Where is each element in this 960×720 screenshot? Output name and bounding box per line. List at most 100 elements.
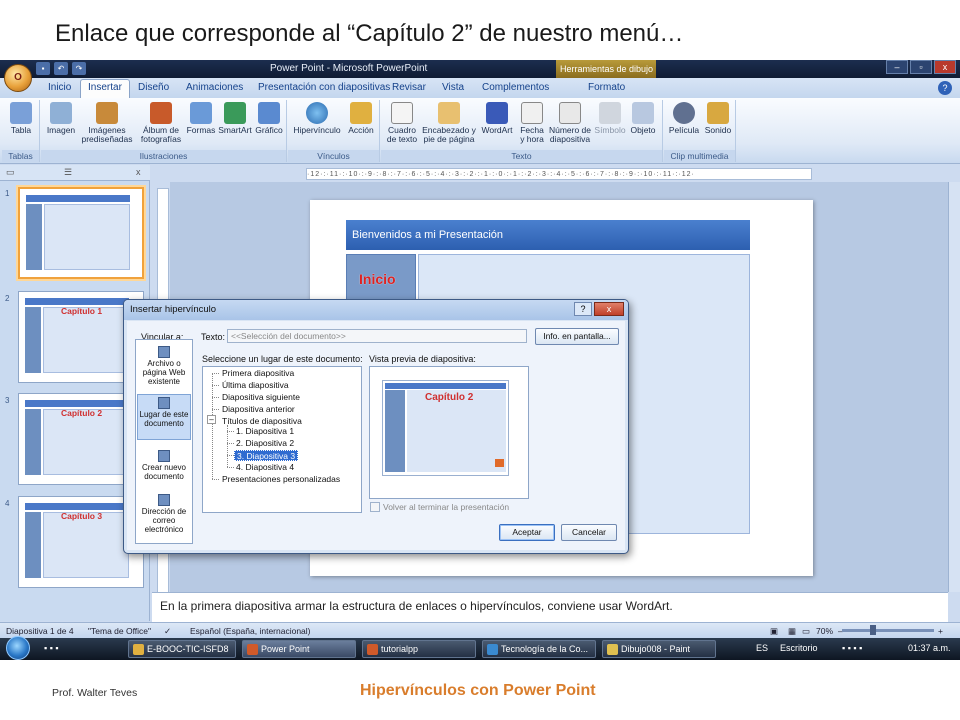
view-sorter-icon[interactable]: ▦ bbox=[788, 626, 796, 637]
view-show-icon[interactable]: ▭ bbox=[802, 626, 810, 637]
zoom-slider-handle[interactable] bbox=[870, 625, 876, 635]
thumb-body bbox=[43, 512, 129, 578]
link-option-archivo[interactable]: Archivo o página Web existente bbox=[137, 344, 191, 390]
task-item[interactable]: Power Point bbox=[242, 640, 356, 658]
film-icon bbox=[673, 102, 695, 124]
tabla-button[interactable]: Tabla bbox=[6, 102, 36, 135]
imagen-button[interactable]: Imagen bbox=[43, 102, 79, 135]
language[interactable]: Español (España, internacional) bbox=[190, 626, 311, 636]
redo-icon[interactable]: ↷ bbox=[72, 62, 86, 75]
tab-complementos[interactable]: Complementos bbox=[476, 81, 555, 94]
tab-insertar[interactable]: Insertar bbox=[80, 79, 130, 98]
aceptar-button[interactable]: Aceptar bbox=[499, 524, 555, 541]
quicklaunch-icons[interactable]: ▪ ▪ ▪ bbox=[44, 643, 59, 653]
tree-branch bbox=[212, 373, 219, 374]
tab-inicio[interactable]: Inicio bbox=[42, 81, 77, 94]
simbolo-button[interactable]: Símbolo bbox=[593, 102, 627, 135]
smartart-button[interactable]: SmartArt bbox=[217, 102, 253, 135]
numero-diapositiva-button[interactable]: Número de diapositiva bbox=[547, 102, 593, 144]
fecha-hora-button[interactable]: Fecha y hora bbox=[517, 102, 547, 144]
desktop-toolbar[interactable]: Escritorio bbox=[780, 643, 818, 653]
collapse-icon[interactable]: – bbox=[207, 415, 216, 424]
notes-pane[interactable]: En la primera diapositiva armar la estru… bbox=[152, 592, 948, 622]
tab-presentacion[interactable]: Presentación con diapositivas bbox=[252, 81, 396, 94]
tree-item[interactable]: Primera diapositiva bbox=[220, 368, 296, 379]
help-icon[interactable]: ? bbox=[938, 81, 952, 95]
album-button[interactable]: Álbum de fotografías bbox=[137, 102, 185, 144]
link-option-lugar[interactable]: Lugar de este documento bbox=[137, 394, 191, 440]
task-item[interactable]: Tecnología de la Co... bbox=[482, 640, 596, 658]
accion-button[interactable]: Acción bbox=[344, 102, 378, 135]
tab-vista[interactable]: Vista bbox=[436, 81, 470, 94]
tab-revisar[interactable]: Revisar bbox=[386, 81, 432, 94]
link-option-correo[interactable]: Dirección de correo electrónico bbox=[137, 492, 191, 542]
save-icon[interactable]: ▪ bbox=[36, 62, 50, 75]
smartart-icon bbox=[224, 102, 246, 124]
wordart-button[interactable]: WordArt bbox=[477, 102, 517, 135]
close-button[interactable]: x bbox=[934, 60, 956, 74]
tray-icons[interactable]: ▪ ▪ ▪ ▪ bbox=[842, 643, 862, 653]
inicio-wordart[interactable]: Inicio bbox=[359, 271, 396, 287]
tree-item[interactable]: Diapositiva anterior bbox=[220, 404, 297, 415]
texto-input[interactable]: <<Selección del documento>> bbox=[227, 329, 527, 343]
start-button[interactable] bbox=[6, 636, 30, 660]
lugar-label: Seleccione un lugar de este documento: bbox=[202, 354, 363, 364]
tree-item[interactable]: 1. Diapositiva 1 bbox=[234, 426, 296, 437]
dialog-help-button[interactable]: ? bbox=[574, 302, 592, 316]
dialog-body: Vincular a: Texto: <<Selección del docum… bbox=[127, 321, 625, 550]
omega-icon bbox=[599, 102, 621, 124]
object-icon bbox=[632, 102, 654, 124]
thumb-caption: Capítulo 3 bbox=[61, 511, 103, 521]
slide-header[interactable]: Bienvenidos a mi Presentación bbox=[346, 220, 750, 250]
task-item[interactable]: tutorialpp bbox=[362, 640, 476, 658]
sonido-button[interactable]: Sonido bbox=[702, 102, 734, 135]
tree-item[interactable]: Presentaciones personalizadas bbox=[220, 474, 342, 485]
tab-formato[interactable]: Formato bbox=[582, 81, 631, 94]
folder-icon bbox=[133, 644, 144, 655]
task-item[interactable]: Dibujo008 - Paint bbox=[602, 640, 716, 658]
table-icon bbox=[10, 102, 32, 124]
info-pantalla-button[interactable]: Info. en pantalla... bbox=[535, 328, 619, 345]
hipervinculo-button[interactable]: Hipervínculo bbox=[290, 102, 344, 135]
dialog-title: Insertar hipervínculo bbox=[124, 300, 628, 320]
thumb-side bbox=[26, 204, 42, 270]
thumbnail-1[interactable] bbox=[18, 187, 144, 279]
tab-diseno[interactable]: Diseño bbox=[132, 81, 175, 94]
tree-item[interactable]: Diapositiva siguiente bbox=[220, 392, 302, 403]
outline-tab-icon[interactable]: ☰ bbox=[64, 167, 72, 178]
maximize-button[interactable]: ▫ bbox=[910, 60, 932, 74]
office-button[interactable]: O bbox=[4, 64, 32, 92]
task-item[interactable]: E-BOOC-TIC-ISFD8 bbox=[128, 640, 236, 658]
tree-item[interactable]: 2. Diapositiva 2 bbox=[234, 438, 296, 449]
encabezado-button[interactable]: Encabezado y pie de página bbox=[421, 102, 477, 144]
vertical-scrollbar[interactable] bbox=[948, 182, 960, 592]
tree-item[interactable]: Última diapositiva bbox=[220, 380, 291, 391]
group-clip-multimedia: Película Sonido Clip multimedia bbox=[664, 100, 736, 162]
grafico-button[interactable]: Gráfico bbox=[253, 102, 285, 135]
view-normal-icon[interactable]: ▣ bbox=[770, 626, 778, 637]
tree-item-selected[interactable]: 3. Diapositiva 3 bbox=[234, 450, 299, 461]
thumb-number: 2 bbox=[5, 294, 10, 303]
formas-button[interactable]: Formas bbox=[185, 102, 217, 135]
spellcheck-icon[interactable]: ✓ bbox=[164, 626, 171, 637]
volver-checkbox[interactable] bbox=[370, 502, 380, 512]
minimize-button[interactable]: – bbox=[886, 60, 908, 74]
dialog-close-button[interactable]: x bbox=[594, 302, 624, 316]
slides-tab-icon[interactable]: ▭ bbox=[6, 167, 15, 178]
undo-icon[interactable]: ↶ bbox=[54, 62, 68, 75]
objeto-button[interactable]: Objeto bbox=[627, 102, 659, 135]
clock: 01:37 a.m. bbox=[908, 643, 951, 653]
tree-item[interactable]: 4. Diapositiva 4 bbox=[234, 462, 296, 473]
zoom-in-icon[interactable]: + bbox=[938, 626, 943, 636]
pane-close-icon[interactable]: x bbox=[136, 167, 141, 177]
cancelar-button[interactable]: Cancelar bbox=[561, 524, 617, 541]
pelicula-button[interactable]: Película bbox=[666, 102, 702, 135]
tab-animaciones[interactable]: Animaciones bbox=[180, 81, 249, 94]
zoom-level[interactable]: 70% bbox=[816, 626, 833, 636]
input-language[interactable]: ES bbox=[756, 643, 768, 653]
zoom-slider[interactable] bbox=[842, 629, 934, 632]
imagenes-predisenadas-button[interactable]: Imágenes prediseñadas bbox=[79, 102, 135, 144]
tree-branch bbox=[227, 443, 234, 444]
cuadro-texto-button[interactable]: Cuadro de texto bbox=[383, 102, 421, 144]
link-option-nuevo[interactable]: Crear nuevo documento bbox=[137, 448, 191, 488]
